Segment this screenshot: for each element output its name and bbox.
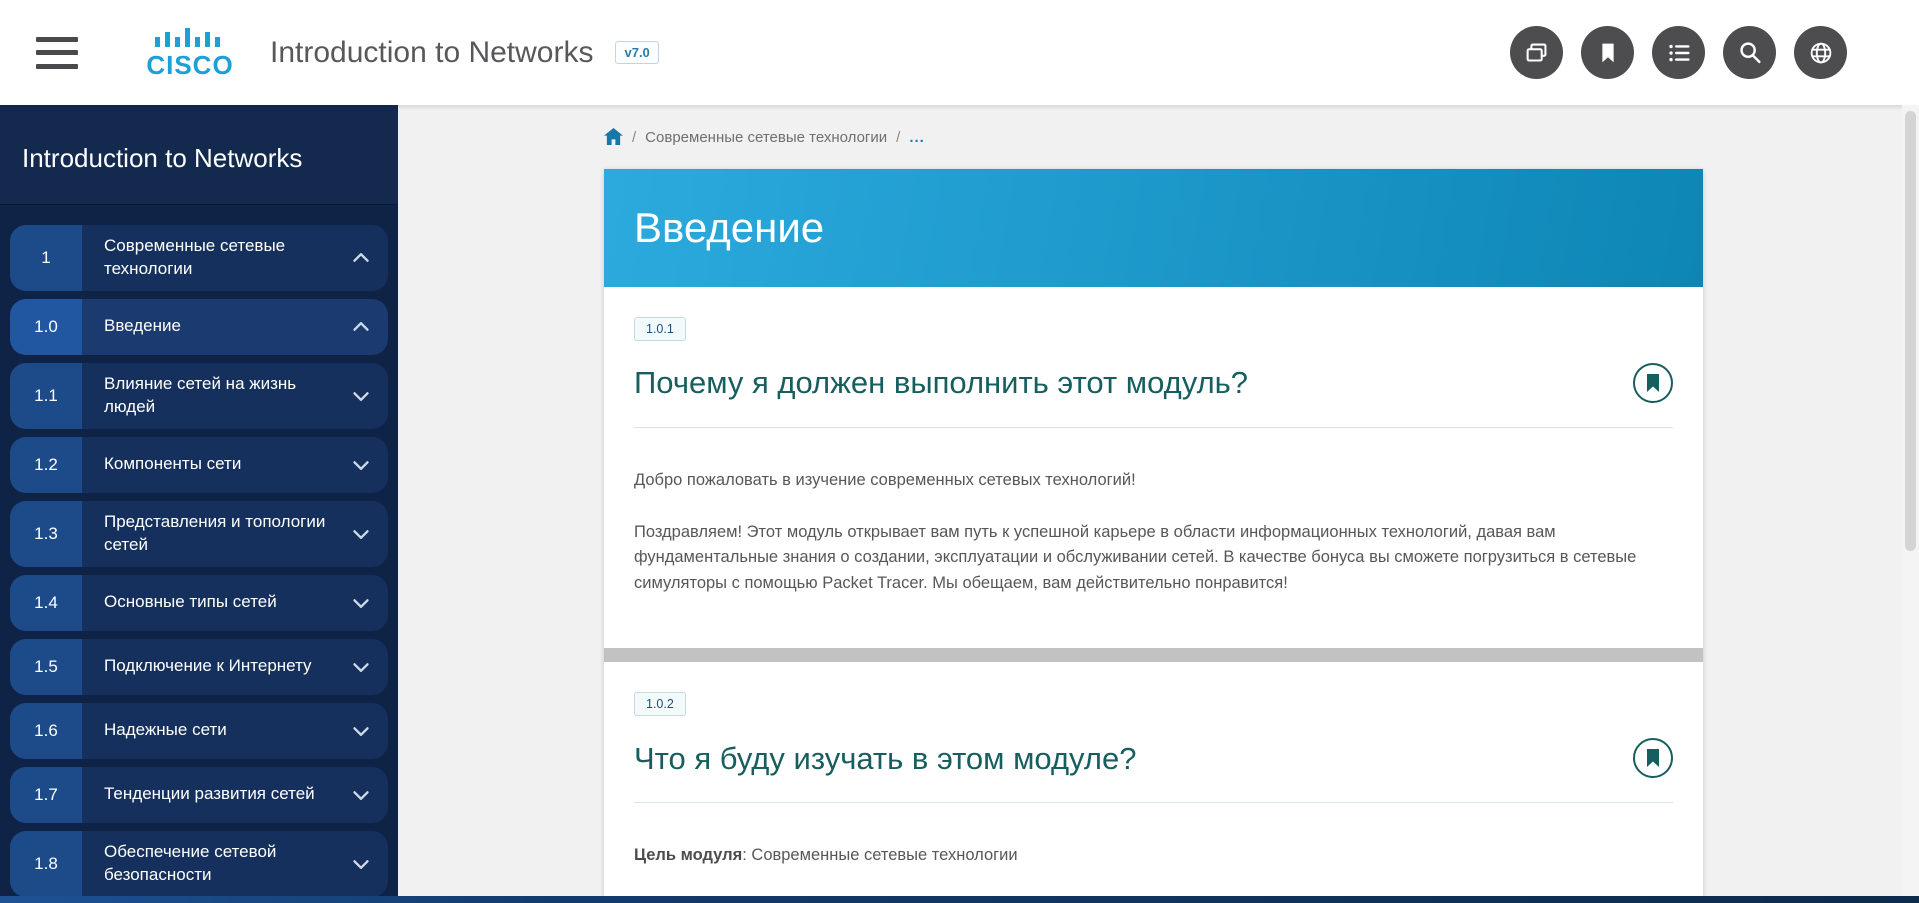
topic-paragraph: Поздравляем! Этот модуль открывает вам п… xyxy=(634,520,1654,597)
cisco-logo: CISCO xyxy=(140,28,240,77)
bookmark-topic-button[interactable] xyxy=(1633,738,1673,778)
course-sidebar: Introduction to Networks 1 Современные с… xyxy=(0,105,398,903)
sidebar-item-1[interactable]: 1 Современные сетевые технологии xyxy=(10,225,388,291)
breadcrumb-ellipsis[interactable]: ... xyxy=(909,129,925,146)
sidebar-item-1.2[interactable]: 1.2 Компоненты сети xyxy=(10,437,388,493)
chevron-down-icon xyxy=(348,782,374,808)
sidebar-item-number: 1.5 xyxy=(10,639,82,695)
sidebar-item-number: 1.4 xyxy=(10,575,82,631)
page-scrollbar[interactable] xyxy=(1902,105,1919,903)
module-goal: Цель модуля: Современные сетевые техноло… xyxy=(634,843,1654,869)
sidebar-item-number: 1.7 xyxy=(10,767,82,823)
globe-button[interactable] xyxy=(1794,26,1847,79)
chevron-down-icon xyxy=(348,452,374,478)
home-icon[interactable] xyxy=(604,128,623,146)
chevron-down-icon xyxy=(348,590,374,616)
hamburger-menu-icon[interactable] xyxy=(36,37,78,69)
topic-section-1-0-2: 1.0.2 Что я буду изучать в этом модуле? … xyxy=(604,662,1703,869)
chevron-down-icon xyxy=(348,383,374,409)
globe-icon xyxy=(1806,38,1836,68)
bottom-accent-bar xyxy=(0,896,1919,903)
sidebar-item-1.1[interactable]: 1.1 Влияние сетей на жизнь людей xyxy=(10,363,388,429)
topic-badge: 1.0.1 xyxy=(634,317,686,341)
sidebar-course-title: Introduction to Networks xyxy=(22,143,376,174)
content-card: Введение 1.0.1 Почему я должен выполнить… xyxy=(604,169,1703,903)
chevron-up-icon xyxy=(348,314,374,340)
topic-heading: Почему я должен выполнить этот модуль? xyxy=(634,364,1248,401)
sidebar-item-number: 1.0 xyxy=(10,299,82,355)
breadcrumb-separator: / xyxy=(896,129,900,146)
sidebar-item-label: Обеспечение сетевой безопасности xyxy=(104,841,348,887)
chevron-down-icon xyxy=(348,521,374,547)
sidebar-item-number: 1.6 xyxy=(10,703,82,759)
breadcrumb-module[interactable]: Современные сетевые технологии xyxy=(645,129,887,146)
search-button[interactable] xyxy=(1723,26,1776,79)
sidebar-item-1.7[interactable]: 1.7 Тенденции развития сетей xyxy=(10,767,388,823)
topic-paragraph: Добро пожаловать в изучение современных … xyxy=(634,468,1654,494)
sidebar-item-1.3[interactable]: 1.3 Представления и топологии сетей xyxy=(10,501,388,567)
sidebar-item-1.5[interactable]: 1.5 Подключение к Интернету xyxy=(10,639,388,695)
sidebar-item-label: Тенденции развития сетей xyxy=(104,783,348,806)
sidebar-item-label: Влияние сетей на жизнь людей xyxy=(104,373,348,419)
sidebar-item-label: Представления и топологии сетей xyxy=(104,511,348,557)
bookmark-icon xyxy=(1645,374,1661,392)
sidebar-item-number: 1.3 xyxy=(10,501,82,567)
module-goal-value: : Современные сетевые технологии xyxy=(742,846,1017,864)
cisco-wordmark: CISCO xyxy=(146,54,233,77)
search-icon xyxy=(1735,38,1765,68)
chevron-down-icon xyxy=(348,851,374,877)
sidebar-item-1.0[interactable]: 1.0 Введение xyxy=(10,299,388,355)
section-banner: Введение xyxy=(604,169,1703,287)
course-title: Introduction to Networks xyxy=(270,36,593,70)
sidebar-item-label: Компоненты сети xyxy=(104,453,348,476)
bookmark-topic-button[interactable] xyxy=(1633,363,1673,403)
header-actions xyxy=(1510,26,1847,79)
module-goal-label: Цель модуля xyxy=(634,846,742,864)
topic-section-1-0-1: 1.0.1 Почему я должен выполнить этот мод… xyxy=(604,287,1703,596)
list-button[interactable] xyxy=(1652,26,1705,79)
breadcrumb-separator: / xyxy=(632,129,636,146)
chevron-down-icon xyxy=(348,718,374,744)
main-content-area: / Современные сетевые технологии / ... В… xyxy=(398,105,1902,903)
module-nav-list: 1 Современные сетевые технологии 1.0 Вве… xyxy=(0,205,398,897)
sidebar-header: Introduction to Networks xyxy=(0,105,398,205)
sidebar-item-number: 1.8 xyxy=(10,831,82,897)
top-header: CISCO Introduction to Networks v7.0 xyxy=(0,0,1919,105)
breadcrumb: / Современные сетевые технологии / ... xyxy=(604,105,1703,169)
sidebar-item-label: Современные сетевые технологии xyxy=(104,235,348,281)
version-badge: v7.0 xyxy=(615,41,658,64)
sidebar-item-1.8[interactable]: 1.8 Обеспечение сетевой безопасности xyxy=(10,831,388,897)
sidebar-item-label: Основные типы сетей xyxy=(104,591,348,614)
sidebar-item-number: 1.1 xyxy=(10,363,82,429)
chevron-down-icon xyxy=(348,654,374,680)
sidebar-item-1.4[interactable]: 1.4 Основные типы сетей xyxy=(10,575,388,631)
sidebar-item-label: Подключение к Интернету xyxy=(104,655,348,678)
windows-button[interactable] xyxy=(1510,26,1563,79)
section-divider xyxy=(604,648,1703,662)
bookmark-button[interactable] xyxy=(1581,26,1634,79)
sidebar-item-label: Введение xyxy=(104,315,348,338)
sidebar-item-1.6[interactable]: 1.6 Надежные сети xyxy=(10,703,388,759)
sidebar-item-label: Надежные сети xyxy=(104,719,348,742)
sidebar-item-number: 1.2 xyxy=(10,437,82,493)
chevron-up-icon xyxy=(348,245,374,271)
bookmark-icon xyxy=(1645,749,1661,767)
bookmark-icon xyxy=(1593,38,1623,68)
topic-badge: 1.0.2 xyxy=(634,692,686,716)
windows-icon xyxy=(1522,38,1552,68)
banner-title: Введение xyxy=(634,204,824,252)
topic-heading: Что я буду изучать в этом модуле? xyxy=(634,740,1136,777)
scrollbar-thumb[interactable] xyxy=(1905,111,1916,551)
list-icon xyxy=(1664,38,1694,68)
sidebar-item-number: 1 xyxy=(10,225,82,291)
